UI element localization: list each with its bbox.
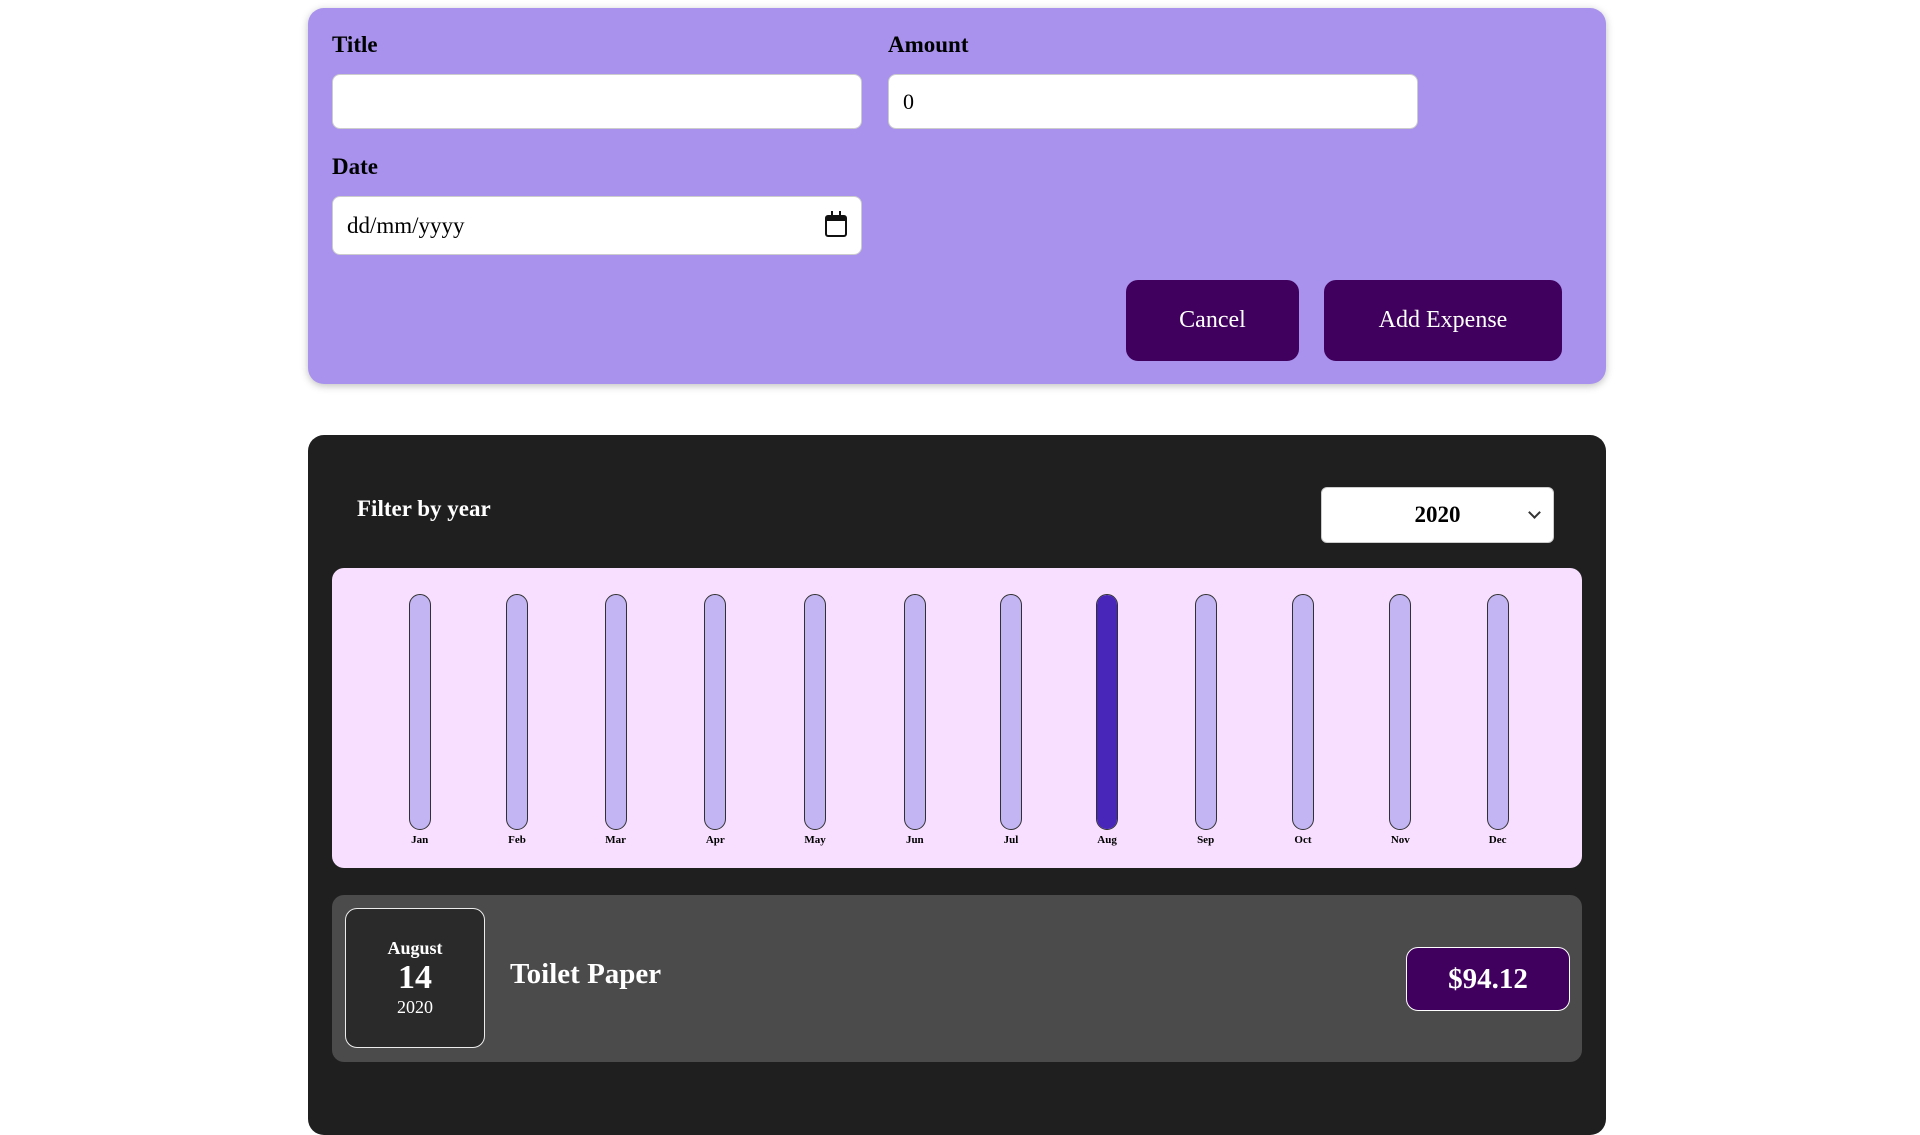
- expense-date-year: 2020: [397, 997, 433, 1017]
- year-select-value: 2020: [1414, 502, 1461, 527]
- date-label: Date: [332, 154, 378, 179]
- chart-bar-fill: [1097, 595, 1118, 829]
- expense-date-month: August: [387, 938, 443, 958]
- chart-bar-label: Dec: [1488, 834, 1507, 846]
- chart-bar-label: Oct: [1294, 834, 1312, 846]
- chart-bar-track: [804, 594, 827, 830]
- chart-bar-label: Sep: [1197, 834, 1215, 846]
- date-placeholder: dd/mm/yyyy: [347, 212, 465, 238]
- filter-label: Filter by year: [357, 496, 491, 521]
- chart-bar-oct: Oct: [1291, 594, 1314, 846]
- amount-label: Amount: [888, 32, 969, 57]
- chart-bar-track: [1096, 594, 1119, 830]
- chart-bar-track: [1291, 594, 1314, 830]
- expenses-chart: Jan Feb Mar Apr May Jun Jul Aug Sep Oct Nov Dec: [332, 568, 1582, 868]
- expense-date: August 14 2020: [345, 908, 485, 1048]
- chart-bar-track: [1486, 594, 1509, 830]
- amount-input[interactable]: [888, 74, 1418, 129]
- chart-bar-label: Jul: [1003, 834, 1019, 846]
- chart-bar-apr: Apr: [704, 594, 727, 846]
- chart-bar-sep: Sep: [1194, 594, 1217, 846]
- chart-bar-feb: Feb: [506, 594, 529, 846]
- chart-bar-nov: Nov: [1389, 594, 1412, 846]
- title-input[interactable]: [332, 74, 862, 129]
- chart-bar-label: Apr: [705, 834, 725, 846]
- chart-bar-track: [704, 594, 727, 830]
- calendar-icon[interactable]: [825, 210, 847, 237]
- chart-bar-jan: Jan: [408, 594, 431, 846]
- chart-bar-label: Feb: [508, 834, 526, 846]
- chart-bar-mar: Mar: [604, 594, 627, 846]
- chart-bar-dec: Dec: [1486, 594, 1509, 846]
- year-select[interactable]: 2020: [1321, 487, 1554, 543]
- chart-bar-track: [506, 594, 529, 830]
- chart-bar-label: Aug: [1097, 834, 1117, 846]
- expense-title: Toilet Paper: [510, 958, 662, 990]
- chart-bar-aug: Aug: [1096, 594, 1119, 846]
- chart-bar-label: Jun: [905, 834, 924, 846]
- expenses-panel: Filter by year 2020 Jan Feb Mar Apr May Jun Ju…: [308, 435, 1606, 1135]
- chart-bar-track: [604, 594, 627, 830]
- chart-bar-jun: Jun: [903, 594, 926, 846]
- chevron-down-icon: [1528, 506, 1541, 519]
- chart-bar-label: Mar: [605, 834, 626, 846]
- add-expense-button[interactable]: Add Expense: [1324, 280, 1562, 361]
- title-label: Title: [332, 32, 378, 57]
- expense-amount: $94.12: [1406, 947, 1570, 1011]
- new-expense-form: Title Amount Date dd/mm/yyyy Cancel Add …: [308, 8, 1606, 384]
- cancel-button[interactable]: Cancel: [1126, 280, 1299, 361]
- expense-item: August 14 2020 Toilet Paper $94.12: [332, 895, 1582, 1062]
- chart-bar-track: [999, 594, 1022, 830]
- chart-bar-may: May: [804, 594, 827, 846]
- chart-bar-track: [1194, 594, 1217, 830]
- chart-bar-jul: Jul: [999, 594, 1022, 846]
- chart-bar-track: [408, 594, 431, 830]
- chart-bar-label: Nov: [1390, 834, 1410, 846]
- date-input[interactable]: dd/mm/yyyy: [332, 196, 862, 255]
- chart-bar-label: Jan: [411, 834, 429, 846]
- chart-bar-label: May: [804, 834, 826, 846]
- expense-date-day: 14: [398, 959, 432, 996]
- chart-bar-track: [903, 594, 926, 830]
- chart-bar-track: [1389, 594, 1412, 830]
